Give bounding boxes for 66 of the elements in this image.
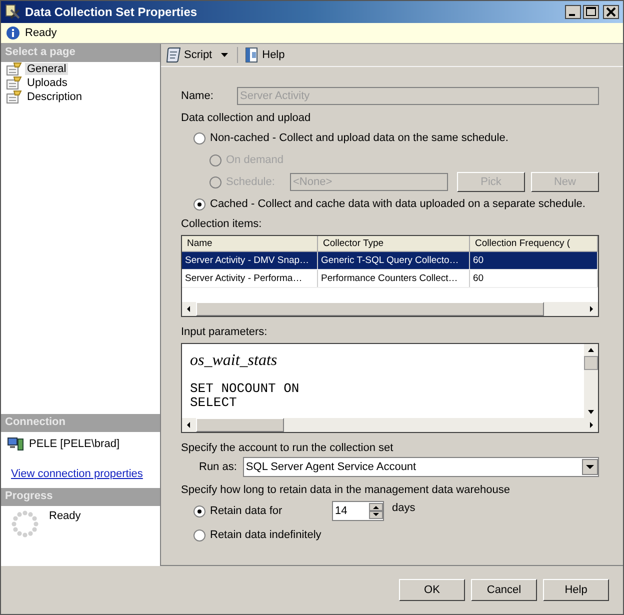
page-item[interactable]: Description (25, 91, 84, 103)
server-icon (7, 436, 25, 452)
section-label: Collection items: (181, 218, 263, 230)
radio-label: Retain data for (210, 505, 284, 517)
section-label: Specify the account to run the collection set (181, 442, 394, 454)
help-button[interactable]: Help (242, 47, 287, 63)
table-cell: Generic T-SQL Query Collecto… (318, 252, 470, 269)
section-label: Input parameters: (181, 326, 268, 338)
radio-button[interactable] (193, 132, 206, 144)
radio-label: Retain data indefinitely (210, 529, 322, 541)
book-icon (244, 47, 260, 63)
horizontal-scrollbar[interactable] (182, 302, 598, 316)
section-header: Select a page (1, 44, 160, 62)
parameters-box[interactable]: os_wait_stats SET NOCOUNT ON SELECT (181, 343, 599, 433)
maximize-button[interactable] (583, 5, 599, 19)
run-as-label: Run as: (199, 461, 237, 473)
minimize-button[interactable] (565, 5, 581, 19)
dialog-button[interactable]: OK (399, 579, 465, 601)
name-label: Name: (181, 90, 214, 102)
dialog-button[interactable]: Help (543, 579, 609, 601)
table-cell: 60 (470, 270, 598, 287)
window-title: Data Collection Set Properties (25, 5, 198, 19)
code-line: SET NOCOUNT ON (190, 382, 300, 396)
section-header: Connection (1, 414, 160, 432)
page-item[interactable]: General (25, 63, 68, 75)
code-line: SELECT (190, 396, 238, 410)
section-header: Progress (1, 488, 160, 506)
run-as-dropdown[interactable]: SQL Server Agent Service Account (242, 457, 599, 477)
table-row[interactable]: Server Activity - Performa… Performance Counters Collect… 60 (182, 270, 598, 288)
table-cell: 60 (470, 252, 598, 269)
scroll-thumb[interactable] (584, 356, 598, 370)
table-cell: Server Activity - DMV Snap… (182, 252, 318, 269)
table-row[interactable]: Server Activity - DMV Snap… Generic T-SQL Query Collecto… 60 (182, 252, 598, 270)
page-icon (6, 90, 22, 104)
page-icon (6, 76, 22, 90)
section-label: Data collection and upload (181, 112, 312, 124)
unit-label: days (392, 502, 416, 514)
scroll-icon (166, 47, 182, 63)
radio-button[interactable] (193, 528, 206, 542)
progress-status: Ready (49, 510, 81, 522)
radio-label: Non-cached - Collect and upload data on the same schedule. (210, 132, 508, 144)
table-cell: Performance Counters Collect… (318, 270, 470, 287)
horizontal-scrollbar[interactable] (182, 418, 598, 432)
section-label: Specify how long to retain data in the management data warehouse (181, 484, 511, 496)
status-text: Ready (25, 27, 57, 39)
column-header[interactable]: Name (182, 236, 318, 251)
spinner-icon (11, 510, 39, 538)
column-header[interactable]: Collection Frequency ( (470, 236, 598, 251)
dialog-button[interactable]: Cancel (471, 579, 537, 601)
connection-properties-link[interactable]: View connection properties (11, 468, 143, 480)
server-name: PELE [PELE\brad] (29, 438, 120, 450)
page-item[interactable]: Uploads (25, 77, 70, 89)
tools-icon (5, 4, 21, 20)
parameter-title: os_wait_stats (190, 352, 278, 370)
days-spinner[interactable]: 14 (332, 501, 384, 521)
radio-button[interactable] (193, 504, 206, 518)
info-icon (6, 26, 20, 40)
table-cell: Server Activity - Performa… (182, 270, 318, 287)
radio-label: Cached - Collect and cache data with data uploaded on a separate schedule. (210, 198, 586, 210)
caret-icon[interactable] (221, 53, 228, 57)
page-icon (6, 62, 22, 76)
radio-button[interactable] (193, 198, 206, 210)
script-button[interactable]: Script (164, 47, 214, 63)
vertical-scrollbar[interactable] (584, 344, 598, 418)
close-button[interactable] (603, 5, 619, 19)
column-header[interactable]: Collector Type (318, 236, 470, 251)
